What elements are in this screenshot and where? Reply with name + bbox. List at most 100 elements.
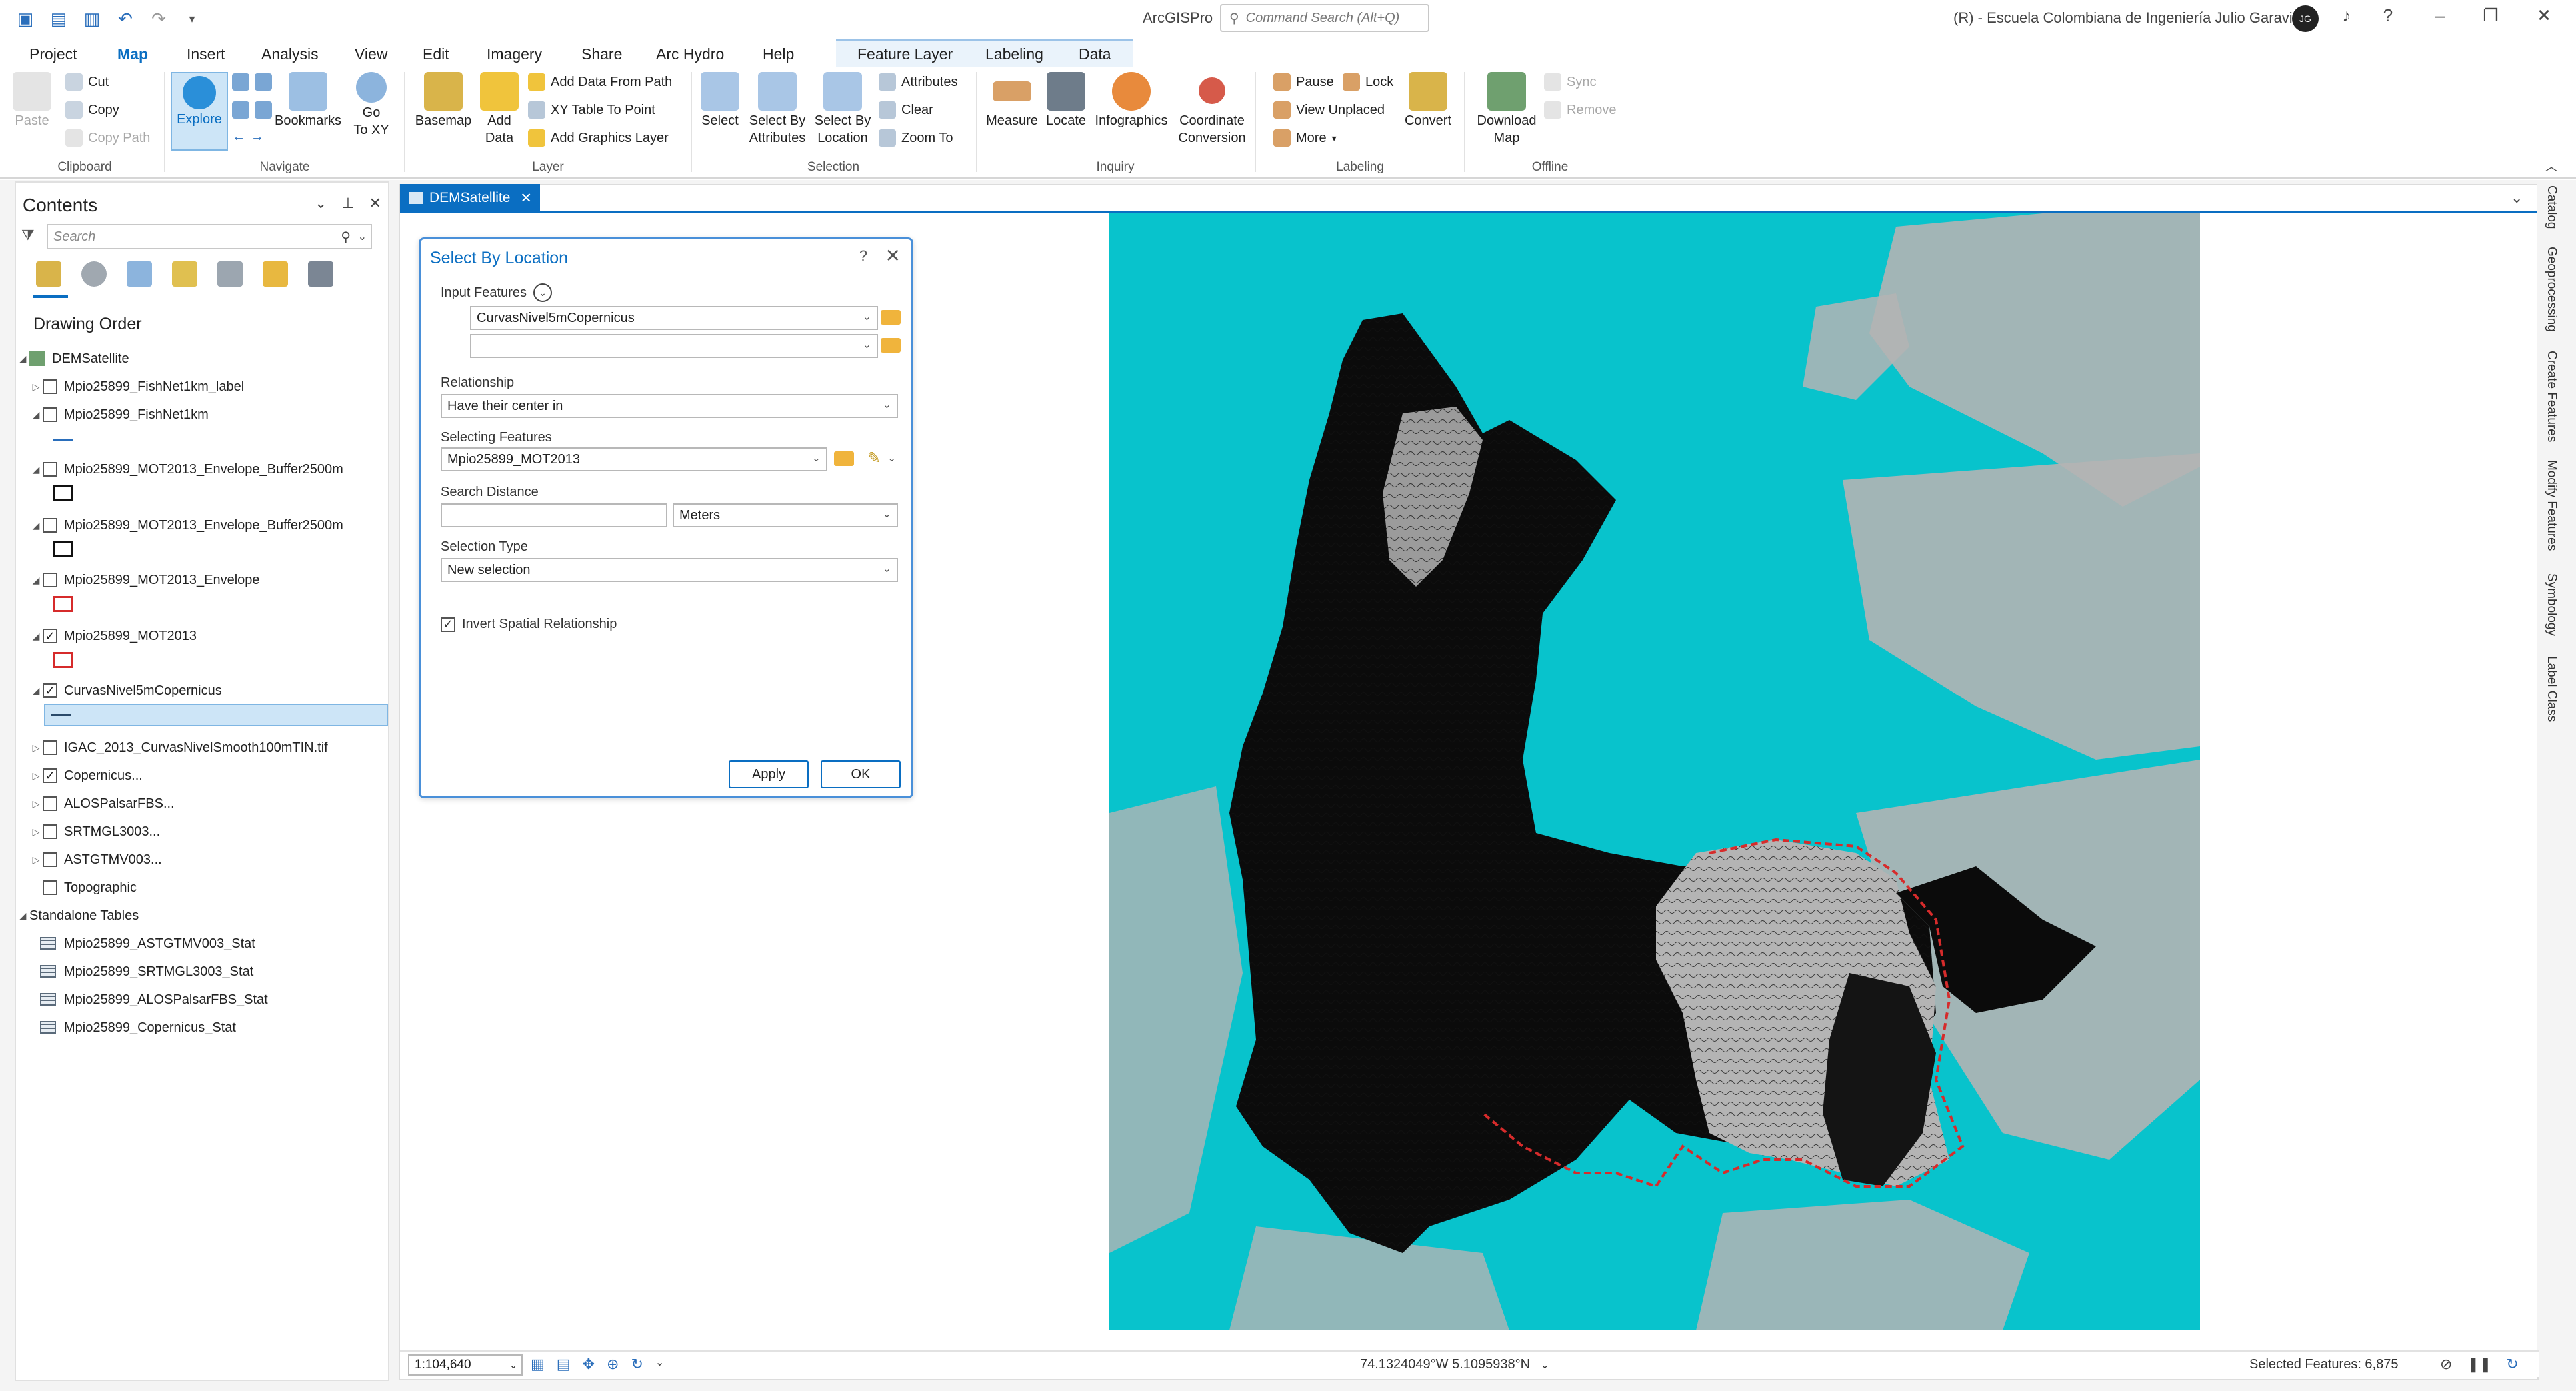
list-by-drawing-order-icon[interactable] [36, 261, 61, 287]
chevron-down-icon[interactable]: ⌄ [1541, 1360, 1549, 1371]
rail-create-features[interactable]: Create Features [2544, 351, 2559, 442]
layer-checkbox[interactable] [43, 462, 57, 477]
paste-button[interactable]: Paste [12, 72, 52, 129]
more-labeling-button[interactable]: More ▾ [1273, 129, 1337, 147]
collapse-icon[interactable]: ◢ [29, 520, 43, 531]
layer-checkbox[interactable] [43, 518, 57, 533]
pin-icon[interactable]: ⊥ [341, 195, 354, 212]
tab-labeling[interactable]: Labeling [983, 41, 1046, 67]
rotate-icon[interactable]: ↻ [631, 1356, 643, 1373]
maximize-icon[interactable]: ❐ [2477, 5, 2504, 26]
layer-checkbox[interactable] [43, 824, 57, 839]
layer-row[interactable]: ◢ Mpio25899_MOT2013_Envelope_Buffer2500m [29, 512, 343, 539]
redo-icon[interactable]: ↷ [148, 8, 169, 29]
chevron-down-icon[interactable]: ⌄ [883, 507, 891, 521]
close-icon[interactable]: ✕ [885, 245, 901, 267]
chevron-down-icon[interactable]: ⌄ [887, 451, 896, 465]
add-graphics-layer-button[interactable]: Add Graphics Layer [528, 129, 669, 147]
layer-checkbox[interactable] [43, 852, 57, 867]
expand-icon[interactable]: ▷ [29, 770, 43, 782]
expand-icon[interactable]: ▷ [29, 826, 43, 838]
search-distance-input[interactable] [441, 503, 667, 527]
tab-project[interactable]: Project [27, 41, 80, 67]
sync-button[interactable]: Sync [1544, 73, 1596, 91]
selecting-features-select[interactable]: Mpio25899_MOT2013 ⌄ [441, 447, 827, 471]
chevron-down-icon[interactable]: ⌄ [509, 1360, 517, 1371]
polygon-symbol[interactable] [53, 596, 73, 612]
clear-selection-button[interactable]: Clear [879, 101, 933, 119]
full-extent-icon[interactable] [232, 73, 272, 91]
checkbox-checked[interactable]: ✓ [441, 617, 455, 632]
list-by-labeling-icon[interactable] [263, 261, 288, 287]
relationship-select[interactable]: Have their center in ⌄ [441, 394, 898, 418]
select-by-attributes-button[interactable]: Select By Attributes [745, 72, 809, 147]
minimize-icon[interactable]: – [2427, 5, 2453, 26]
customize-qat-icon[interactable]: ▾ [181, 8, 203, 29]
pause-drawing-icon[interactable]: ❚❚ [2467, 1356, 2491, 1373]
close-icon[interactable]: ✕ [369, 195, 381, 212]
map-node[interactable]: ◢ DEMSatellite [16, 345, 129, 372]
invert-relationship-checkbox[interactable]: ✓ Invert Spatial Relationship [441, 617, 617, 632]
apply-button[interactable]: Apply [729, 760, 809, 788]
chevron-down-icon[interactable]: ⌄ [655, 1356, 664, 1373]
coordinate-conversion-button[interactable]: Coordinate Conversion [1173, 72, 1251, 147]
selection-type-select[interactable]: New selection ⌄ [441, 558, 898, 582]
table-row[interactable]: Mpio25899_SRTMGL3003_Stat [36, 958, 253, 985]
table-view-icon[interactable]: ▤ [557, 1356, 571, 1373]
collapse-icon[interactable]: ◢ [29, 409, 43, 421]
map-tab-demsatellite[interactable]: DEMSatellite ✕ [400, 184, 540, 212]
tab-arc-hydro[interactable]: Arc Hydro [653, 41, 727, 67]
chevron-down-icon[interactable]: ⌄ [863, 338, 871, 351]
table-row[interactable]: Mpio25899_Copernicus_Stat [36, 1014, 236, 1041]
sketch-pencil-icon[interactable]: ✎ [867, 449, 881, 468]
layer-checkbox[interactable] [43, 740, 57, 755]
open-project-icon[interactable]: ▤ [48, 8, 69, 29]
selected-symbol-row[interactable] [44, 704, 388, 726]
avatar[interactable]: JG [2292, 5, 2319, 32]
list-by-perspective-icon[interactable] [308, 261, 333, 287]
clear-selection-icon[interactable]: ⊘ [2440, 1356, 2452, 1373]
select-button[interactable]: Select [696, 72, 744, 129]
collapse-icon[interactable]: ◢ [29, 685, 43, 696]
layer-row[interactable]: ▷ SRTMGL3003... [29, 818, 160, 845]
layer-checkbox[interactable] [43, 880, 57, 895]
expand-icon[interactable]: ▷ [29, 798, 43, 810]
rail-symbology[interactable]: Symbology [2544, 573, 2559, 636]
previous-next-extent-icon[interactable]: ← → [232, 129, 264, 145]
filter-icon[interactable]: ⧩ [21, 227, 35, 244]
layer-row[interactable]: ▷ ✓ Copernicus... [29, 762, 143, 789]
scale-selector[interactable]: 1:104,640 ⌄ [408, 1354, 523, 1376]
layer-row[interactable]: ▷ ALOSPalsarFBS... [29, 790, 175, 817]
command-search-input[interactable]: ⚲ Command Search (Alt+Q) [1220, 4, 1429, 32]
selected-features-count[interactable]: Selected Features: 6,875 [2249, 1357, 2398, 1372]
layer-row[interactable]: ◢ ✓ CurvasNivel5mCopernicus [29, 677, 222, 704]
collapse-icon[interactable]: ◢ [29, 575, 43, 586]
layer-checkbox[interactable]: ✓ [43, 683, 57, 698]
layer-row[interactable]: ▷ Mpio25899_FishNet1km_label [29, 373, 244, 400]
expand-icon[interactable]: ▷ [29, 854, 43, 866]
download-map-button[interactable]: Download Map [1472, 72, 1541, 147]
collapse-icon[interactable]: ◢ [16, 910, 29, 922]
tab-edit[interactable]: Edit [420, 41, 452, 67]
layer-checkbox[interactable]: ✓ [43, 629, 57, 643]
list-by-data-source-icon[interactable] [81, 261, 107, 287]
zoom-to-selection-button[interactable]: Zoom To [879, 129, 953, 147]
table-row[interactable]: Mpio25899_ASTGTMV003_Stat [36, 930, 255, 957]
view-unplaced-button[interactable]: View Unplaced [1273, 101, 1385, 119]
help-icon[interactable]: ? [2375, 5, 2401, 26]
collapse-icon[interactable]: ◢ [29, 464, 43, 475]
collapse-icon[interactable]: ◢ [29, 631, 43, 642]
tab-feature-layer[interactable]: Feature Layer [855, 41, 955, 67]
copy-path-button[interactable]: Copy Path [65, 129, 150, 147]
add-data-from-path-button[interactable]: Add Data From Path [528, 73, 672, 91]
chevron-down-icon[interactable]: ⌄ [863, 310, 871, 323]
organization-name[interactable]: (R) - Escuela Colombiana de Ingeniería J… [1953, 9, 2305, 27]
locate-button[interactable]: Locate [1041, 72, 1091, 129]
pan-icon[interactable]: ✥ [583, 1356, 595, 1373]
lock-labeling-button[interactable]: Lock [1343, 73, 1393, 91]
copy-button[interactable]: Copy [65, 101, 119, 119]
list-by-snapping-icon[interactable] [217, 261, 243, 287]
layer-row[interactable]: ◢ Mpio25899_MOT2013_Envelope_Buffer2500m [29, 456, 343, 483]
expand-icon[interactable]: ▷ [29, 381, 43, 393]
chevron-down-icon[interactable]: ⌄ [883, 562, 891, 575]
